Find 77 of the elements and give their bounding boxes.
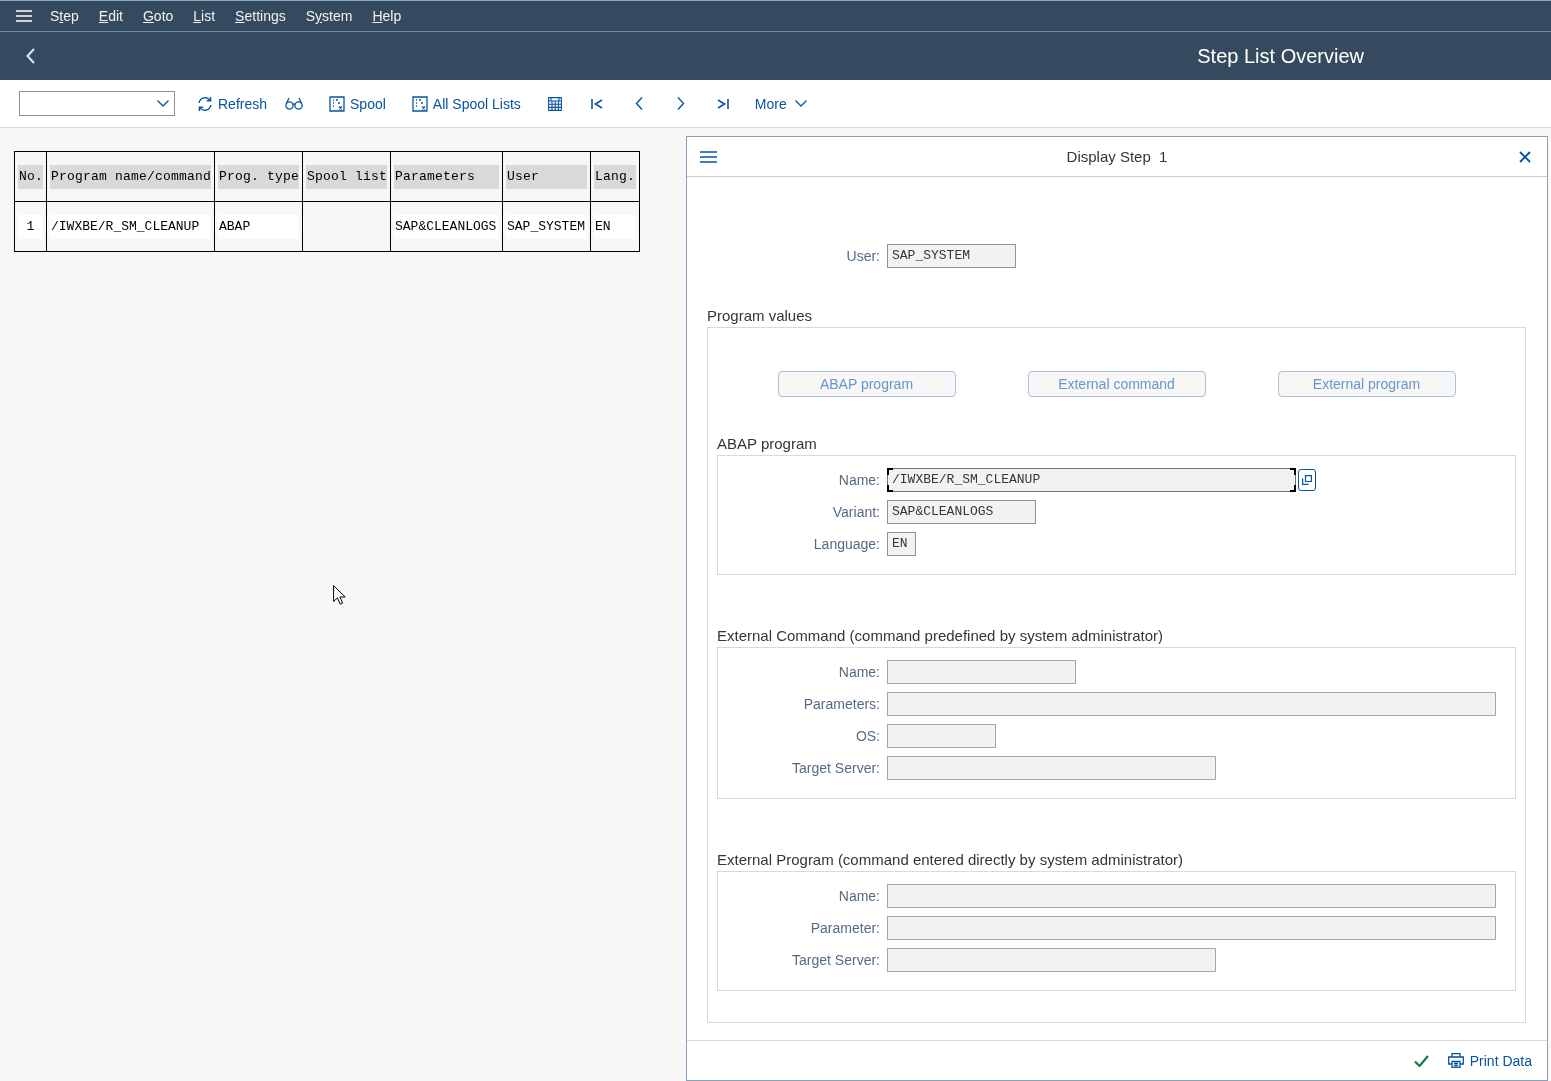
- field-label: Parameters:: [802, 696, 881, 712]
- section-heading: External Program (command entered directly by system administrator): [717, 850, 1184, 870]
- column-header: Parameters: [394, 164, 499, 189]
- column-header: Program name/command: [50, 164, 211, 189]
- input-field[interactable]: [887, 692, 1496, 716]
- dropdown-field[interactable]: [19, 91, 175, 116]
- field-label: Target Server:: [791, 760, 881, 776]
- input-field[interactable]: [887, 948, 1216, 972]
- chevron-right-icon: [676, 97, 685, 110]
- field-label: Target Server:: [791, 952, 881, 968]
- column-header: Lang.: [594, 164, 636, 189]
- input-field[interactable]: SAP&CLEANLOGS: [887, 500, 1036, 524]
- column-header: Prog. type: [218, 164, 299, 189]
- chevron-left-icon: [634, 97, 643, 110]
- input-field[interactable]: /IWXBE/R_SM_CLEANUP: [887, 468, 1296, 492]
- menu-item[interactable]: Help: [362, 4, 412, 28]
- menu-item[interactable]: List: [183, 4, 226, 28]
- section-heading: External Command (command predefined by system administrator): [717, 626, 1164, 646]
- refresh-icon: [197, 95, 213, 112]
- table-cell: SAP_SYSTEM: [506, 214, 587, 239]
- field-label: OS:: [854, 728, 881, 744]
- menu-button[interactable]: [700, 150, 717, 163]
- column-header: Spool list: [306, 164, 387, 189]
- menu-icon: [700, 150, 717, 163]
- section-heading: ABAP program: [717, 434, 818, 454]
- input-field[interactable]: [887, 724, 996, 748]
- check-icon: [1413, 1054, 1429, 1067]
- input-field[interactable]: [887, 660, 1076, 684]
- close-icon: [1519, 150, 1531, 163]
- input-field[interactable]: [887, 756, 1216, 780]
- chevron-left-icon: [26, 48, 35, 64]
- table-cell: ABAP: [218, 214, 299, 239]
- printer-icon: [1447, 1053, 1464, 1068]
- input-field[interactable]: [887, 916, 1496, 940]
- close-button[interactable]: [1519, 150, 1531, 163]
- chevron-down-icon: [794, 100, 807, 107]
- column-header: User: [506, 164, 587, 189]
- more-button[interactable]: More: [748, 87, 813, 120]
- grid-icon: [547, 96, 562, 111]
- value-help-button[interactable]: [1298, 469, 1316, 491]
- glasses-icon: [285, 97, 304, 110]
- mouse-pointer-icon: [333, 585, 346, 605]
- field-label: Language:: [812, 536, 881, 552]
- document-icon: [329, 95, 346, 112]
- field-label: Name:: [837, 888, 881, 904]
- spool-button[interactable]: Spool: [323, 87, 392, 120]
- field-label: Variant:: [831, 504, 881, 520]
- table-cell: SAP&CLEANLOGS: [394, 214, 499, 239]
- dialog-title: Display Step 1: [1066, 148, 1168, 165]
- input-field[interactable]: SAP_SYSTEM: [887, 244, 1016, 268]
- last-page-icon: [716, 98, 729, 109]
- refresh-button[interactable]: Refresh: [191, 87, 274, 120]
- group-heading: Program values: [707, 306, 814, 326]
- field-label: User:: [845, 248, 881, 264]
- input-field[interactable]: EN: [887, 532, 916, 556]
- first-page-icon: [590, 98, 603, 109]
- field-label: Parameter:: [809, 920, 881, 936]
- back-button[interactable]: [26, 48, 35, 64]
- page-title: Step List Overview: [1197, 44, 1364, 68]
- menu-item[interactable]: Settings: [225, 4, 296, 28]
- menu-item[interactable]: Edit: [88, 4, 133, 28]
- all-spool-lists-button[interactable]: All Spool Lists: [405, 87, 527, 120]
- table-cell: /IWXBE/R_SM_CLEANUP: [50, 214, 211, 239]
- field-label: Name:: [837, 664, 881, 680]
- chevron-down-icon: [157, 100, 169, 107]
- table-cell: EN: [594, 214, 636, 239]
- overlapping-squares-icon: [1302, 475, 1312, 485]
- menu-item[interactable]: Step: [40, 4, 89, 28]
- column-header: No.: [18, 164, 43, 189]
- field-label: Name:: [837, 472, 881, 488]
- menu-item[interactable]: System: [295, 4, 363, 28]
- menu-item[interactable]: Goto: [132, 4, 184, 28]
- menu-icon: [16, 10, 32, 22]
- document-icon: [411, 95, 428, 112]
- print-data-button[interactable]: Print Data: [1447, 1052, 1532, 1069]
- table-cell: 1: [18, 214, 43, 239]
- input-field[interactable]: [887, 884, 1496, 908]
